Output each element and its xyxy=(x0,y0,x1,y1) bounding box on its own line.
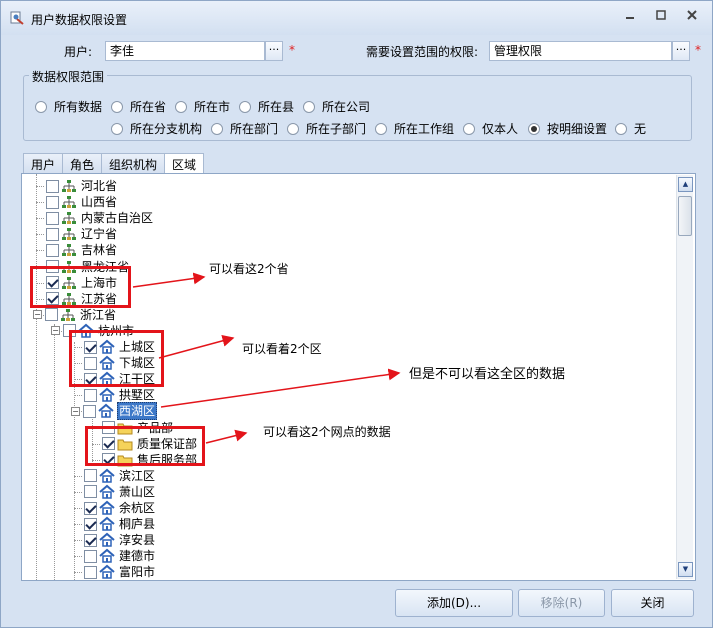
note-districts: 可以看着2个区 xyxy=(242,342,322,356)
note-outlets: 可以看这2个网点的数据 xyxy=(263,425,391,439)
remove-button[interactable]: 移除(R) xyxy=(518,589,605,617)
arrow-provinces xyxy=(132,272,206,288)
note-provinces: 可以看这2个省 xyxy=(209,262,289,276)
arrow-xihu xyxy=(160,368,401,408)
arrow-outlets xyxy=(205,429,248,444)
note-xihu: 但是不可以看这全区的数据 xyxy=(409,367,566,382)
dialog-window: 用户数据权限设置 用户: 李佳 ··· * 需要设置范围的权限: 管理权限 ··… xyxy=(0,0,713,628)
close-button[interactable]: 关闭 xyxy=(611,589,694,617)
add-button[interactable]: 添加(D)... xyxy=(395,589,513,617)
annotation-arrows xyxy=(132,272,401,444)
arrow-districts xyxy=(158,334,235,359)
